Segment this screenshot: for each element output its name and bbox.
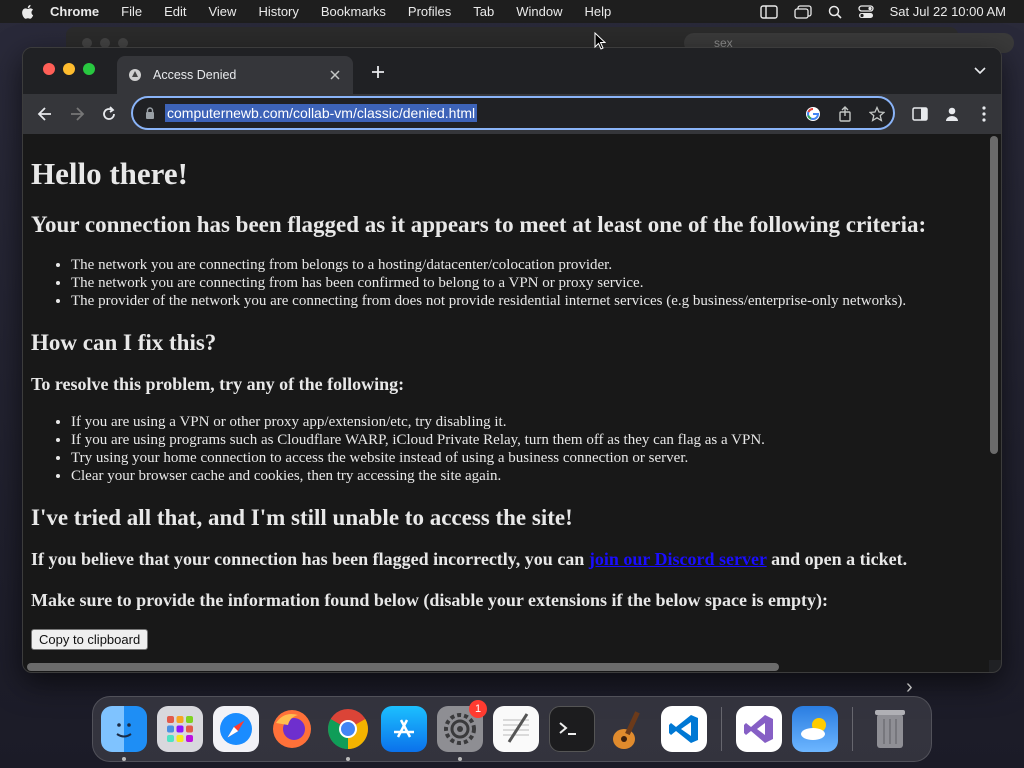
tab-access-denied[interactable]: Access Denied [117,56,353,94]
notification-badge: 1 [469,700,487,718]
menu-history[interactable]: History [258,4,298,19]
sidebar-list-icon[interactable] [759,4,778,19]
fixes-list: If you are using a VPN or other proxy ap… [71,413,981,485]
trash-icon[interactable] [867,706,913,752]
horizontal-scrollbar-thumb[interactable] [27,663,779,671]
believe-text-end: and open a ticket. [766,549,908,569]
terminal-icon[interactable] [549,706,595,752]
textedit-icon[interactable] [493,706,539,752]
tab-search-chevron-icon[interactable] [973,64,987,78]
chrome-menu-icon[interactable] [975,104,993,124]
horizontal-scrollbar[interactable] [23,660,989,672]
menu-bar: Chrome File Edit View History Bookmarks … [0,0,1024,23]
minimize-window-button[interactable] [63,63,75,75]
zoom-window-button[interactable] [83,63,95,75]
bookmark-star-icon[interactable] [867,104,887,124]
list-item: If you are using a VPN or other proxy ap… [71,413,981,431]
launchpad-icon[interactable] [157,706,203,752]
running-indicator [122,757,126,761]
browser-toolbar: computernewb.com/collab-vm/classic/denie… [23,94,1001,134]
list-item: If you are using programs such as Cloudf… [71,431,981,449]
flagged-heading: Your connection has been flagged as it a… [31,212,927,237]
visual-studio-icon[interactable] [736,706,782,752]
menu-app-name[interactable]: Chrome [50,4,99,19]
page-title: Hello there! [31,156,188,191]
omnibox-actions [803,104,887,124]
menu-tab[interactable]: Tab [473,4,494,19]
copy-to-clipboard-button[interactable]: Copy to clipboard [31,629,149,650]
site-favicon-icon [127,67,143,83]
profile-avatar-icon[interactable] [943,104,961,124]
address-bar[interactable]: computernewb.com/collab-vm/classic/denie… [131,96,895,130]
share-icon[interactable] [835,104,855,124]
list-item: Clear your browser cache and cookies, th… [71,467,981,485]
tab-close-icon[interactable] [327,67,343,83]
finder-icon[interactable] [101,706,147,761]
close-window-button[interactable] [43,63,55,75]
google-lens-icon[interactable] [803,104,823,124]
garageband-icon[interactable] [605,706,651,752]
list-item: The network you are connecting from belo… [71,256,981,274]
list-item: The network you are connecting from has … [71,274,981,292]
vertical-scrollbar-thumb[interactable] [990,136,998,454]
chrome-icon[interactable] [325,706,371,761]
provide-paragraph: Make sure to provide the information fou… [31,590,829,610]
menu-edit[interactable]: Edit [164,4,186,19]
back-button[interactable] [35,104,55,124]
dock-divider [852,707,853,751]
believe-paragraph: If you believe that your connection has … [31,549,981,570]
mouse-cursor-icon [594,31,607,55]
system-settings-icon[interactable]: 1 [437,700,487,761]
apple-icon[interactable] [20,4,34,20]
menu-window[interactable]: Window [516,4,562,19]
menu-help[interactable]: Help [585,4,612,19]
menu-profiles[interactable]: Profiles [408,4,451,19]
lock-icon[interactable] [143,106,157,120]
chrome-window: Access Denied computernewb.com/collab-vm… [22,47,1002,673]
criteria-list: The network you are connecting from belo… [71,256,981,310]
tab-strip: Access Denied [23,48,1001,94]
vertical-scrollbar[interactable] [987,134,1001,660]
window-stack-icon[interactable] [793,4,812,19]
resolve-heading: To resolve this problem, try any of the … [31,374,405,394]
vscode-icon[interactable] [661,706,707,752]
fix-heading: How can I fix this? [31,330,217,355]
firefox-icon[interactable] [269,706,315,752]
spotlight-search-icon[interactable] [828,5,842,19]
menu-view[interactable]: View [208,4,236,19]
list-item: The provider of the network you are conn… [71,292,981,310]
control-center-icon[interactable] [857,4,874,19]
believe-text-start: If you believe that your connection has … [31,549,589,569]
running-indicator [458,757,462,761]
side-panel-icon[interactable] [911,104,929,124]
safari-icon[interactable] [213,706,259,752]
menu-bookmarks[interactable]: Bookmarks [321,4,386,19]
app-store-icon[interactable] [381,706,427,752]
discord-link[interactable]: join our Discord server [589,549,767,569]
list-item: Try using your home connection to access… [71,449,981,467]
reload-button[interactable] [99,104,119,124]
url-text[interactable]: computernewb.com/collab-vm/classic/denie… [165,104,478,122]
window-controls [43,63,95,75]
menu-clock[interactable]: Sat Jul 22 10:00 AM [890,4,1006,19]
new-tab-button[interactable] [369,63,387,81]
page-content: Hello there! Your connection has been fl… [23,134,989,660]
forward-button[interactable] [67,104,87,124]
tab-title: Access Denied [153,68,237,82]
tried-heading: I've tried all that, and I'm still unabl… [31,505,573,530]
menu-file[interactable]: File [121,4,142,19]
dock: 1 [92,696,932,762]
toolbar-right [911,104,993,124]
running-indicator [346,757,350,761]
dock-divider [721,707,722,751]
weather-icon[interactable] [792,706,838,752]
